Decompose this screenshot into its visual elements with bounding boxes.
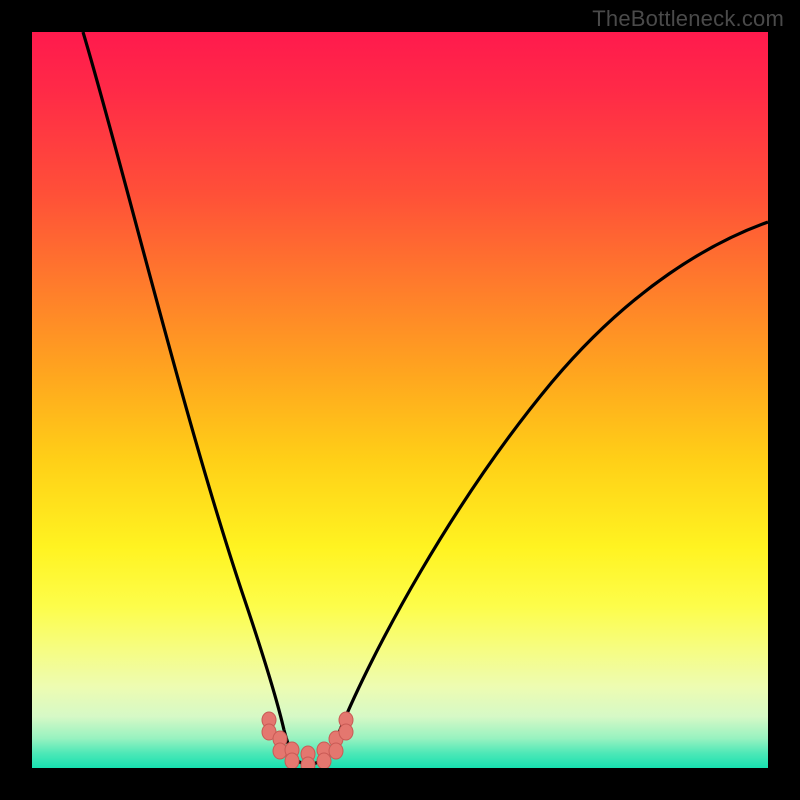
marker-group — [262, 712, 353, 768]
bottleneck-curve — [32, 32, 768, 768]
marker-3 — [285, 742, 299, 768]
frame-left — [0, 0, 32, 800]
marker-5 — [317, 742, 331, 768]
marker-4 — [301, 746, 315, 768]
marker-7 — [339, 712, 353, 740]
watermark-text: TheBottleneck.com — [592, 6, 784, 32]
frame-bottom — [0, 768, 800, 800]
curve-left-branch — [83, 32, 284, 730]
curve-right-branch — [340, 222, 768, 730]
frame-right — [768, 0, 800, 800]
marker-2 — [273, 731, 287, 759]
plot-area — [32, 32, 768, 768]
